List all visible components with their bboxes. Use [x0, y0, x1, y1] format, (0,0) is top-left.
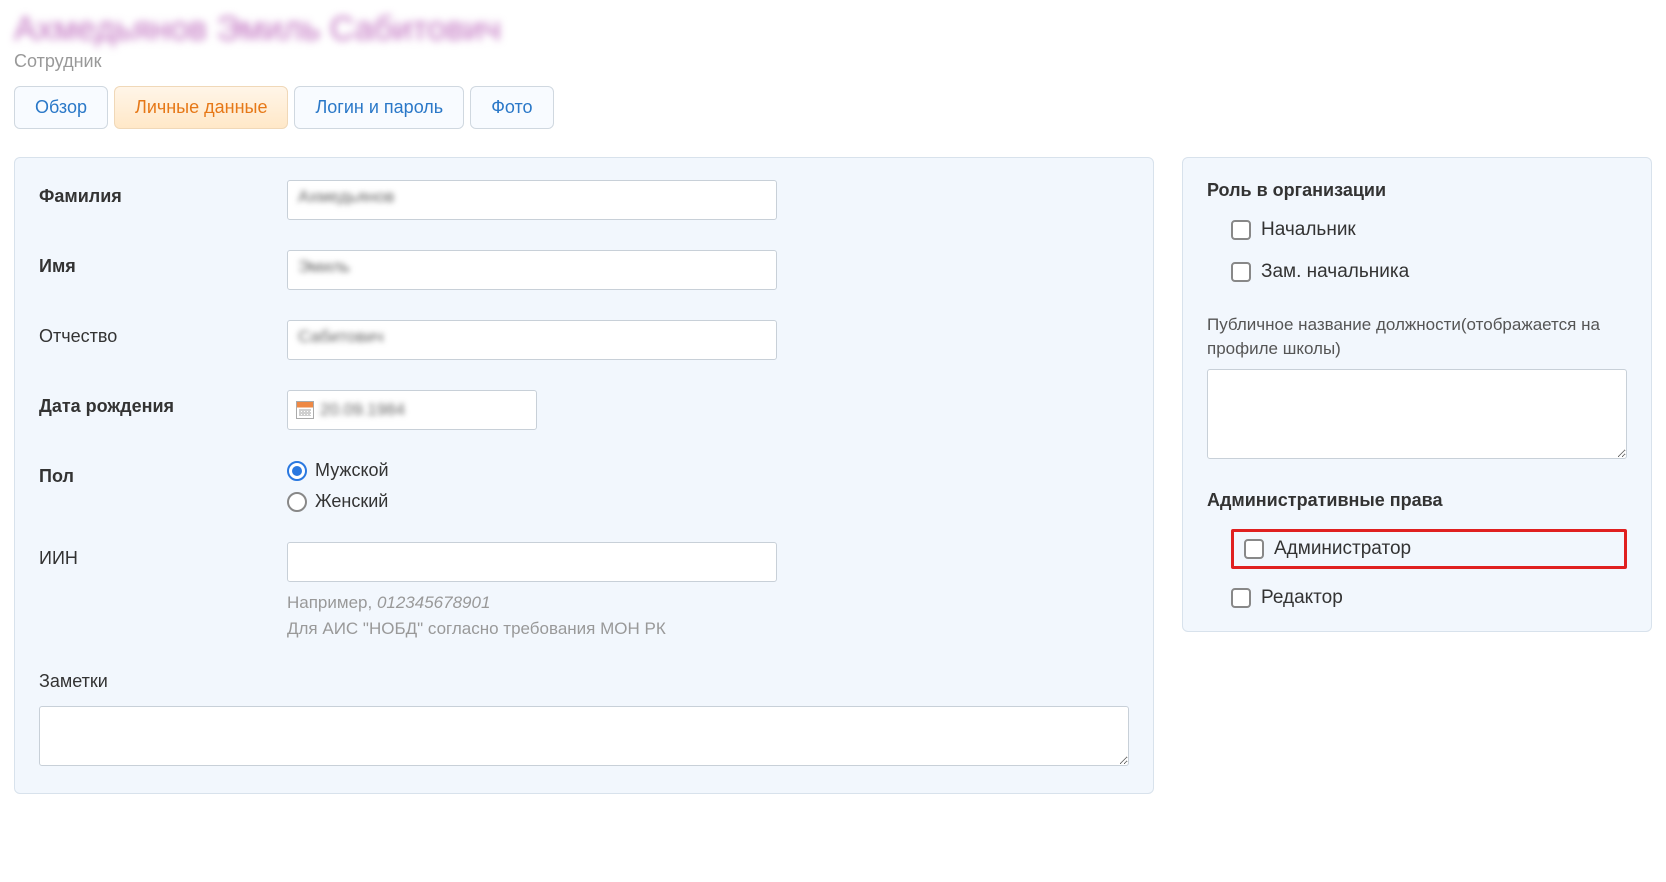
iin-hint: Например, 012345678901 Для АИС "НОБД" со… — [287, 590, 1129, 641]
gender-female-radio[interactable] — [287, 492, 307, 512]
tab-login-password[interactable]: Логин и пароль — [294, 86, 464, 129]
right-admin-label: Администратор — [1274, 538, 1411, 560]
birthdate-label: Дата рождения — [39, 390, 287, 417]
gender-female-label: Женский — [315, 491, 388, 512]
gender-label: Пол — [39, 460, 287, 487]
birthdate-input[interactable]: 20.09.1984 — [287, 390, 537, 430]
patronymic-input[interactable]: Сабитович — [287, 320, 777, 360]
firstname-input[interactable]: Эмиль — [287, 250, 777, 290]
public-title-textarea[interactable] — [1207, 369, 1627, 459]
role-chief-checkbox[interactable] — [1231, 220, 1251, 240]
patronymic-label: Отчество — [39, 320, 287, 347]
tab-personal-data[interactable]: Личные данные — [114, 86, 288, 129]
admin-highlight-box: Администратор — [1231, 529, 1627, 569]
notes-label: Заметки — [39, 671, 1129, 692]
gender-male-row[interactable]: Мужской — [287, 460, 1129, 481]
right-editor-label: Редактор — [1261, 587, 1343, 609]
iin-input[interactable] — [287, 542, 777, 582]
role-chief-label: Начальник — [1261, 219, 1356, 241]
gender-female-row[interactable]: Женский — [287, 491, 1129, 512]
role-chief-row[interactable]: Начальник — [1231, 219, 1627, 241]
right-admin-checkbox[interactable] — [1244, 539, 1264, 559]
tab-overview[interactable]: Обзор — [14, 86, 108, 129]
right-editor-checkbox[interactable] — [1231, 588, 1251, 608]
firstname-label: Имя — [39, 250, 287, 277]
role-deputy-checkbox[interactable] — [1231, 262, 1251, 282]
personal-data-panel: Фамилия Ахмедьянов Имя Эмиль Отчество Са… — [14, 157, 1154, 794]
page-subtitle: Сотрудник — [14, 51, 1652, 72]
notes-textarea[interactable] — [39, 706, 1129, 766]
gender-male-label: Мужской — [315, 460, 389, 481]
rights-section-title: Административные права — [1207, 490, 1627, 511]
iin-label: ИИН — [39, 542, 287, 569]
role-section-title: Роль в организации — [1207, 180, 1627, 201]
right-editor-row[interactable]: Редактор — [1231, 587, 1627, 609]
lastname-label: Фамилия — [39, 180, 287, 207]
public-title-label: Публичное название должности(отображаетс… — [1207, 313, 1627, 361]
role-deputy-label: Зам. начальника — [1261, 261, 1409, 283]
tab-photo[interactable]: Фото — [470, 86, 553, 129]
right-admin-row[interactable]: Администратор — [1244, 538, 1411, 560]
role-deputy-row[interactable]: Зам. начальника — [1231, 261, 1627, 283]
gender-male-radio[interactable] — [287, 461, 307, 481]
page-title: Ахмедьянов Эмиль Сабитович — [14, 10, 1652, 49]
calendar-icon — [296, 401, 314, 419]
tabs: Обзор Личные данные Логин и пароль Фото — [14, 86, 1652, 129]
role-rights-panel: Роль в организации Начальник Зам. началь… — [1182, 157, 1652, 632]
lastname-input[interactable]: Ахмедьянов — [287, 180, 777, 220]
